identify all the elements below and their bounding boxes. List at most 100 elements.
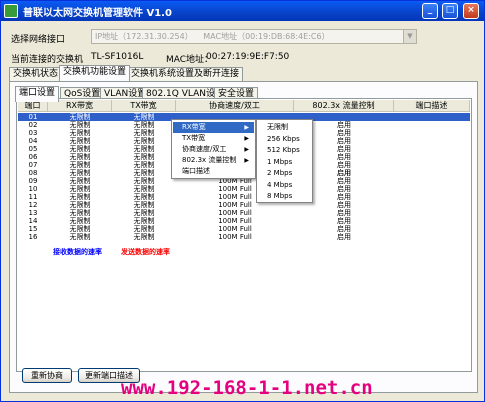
chevron-right-icon: ▶: [244, 146, 249, 153]
connected-model: TL-SF1016L: [91, 52, 144, 62]
header-speed[interactable]: 协商速度/双工: [176, 100, 294, 112]
cell-fc: 启用: [337, 209, 351, 217]
chevron-right-icon: ▶: [244, 135, 249, 142]
cell-rx: 无限制: [69, 217, 91, 225]
cell-port: 03: [28, 129, 38, 137]
header-tx[interactable]: TX带宽: [112, 100, 176, 112]
cell-port: 14: [28, 217, 38, 225]
renegotiate-button[interactable]: 重新协商: [22, 368, 72, 383]
table-row[interactable]: 13 无限制 无限制 100M Full 启用: [18, 209, 470, 217]
cell-tx: 无限制: [133, 225, 155, 233]
minimize-button[interactable]: _: [422, 3, 438, 19]
cell-tx: 无限制: [133, 129, 155, 137]
tab-switch-functions[interactable]: 交换机功能设置: [59, 65, 131, 81]
cell-rx: 无限制: [69, 137, 91, 145]
cell-port: 04: [28, 137, 38, 145]
cell-rx: 无限制: [69, 129, 91, 137]
cell-tx: 无限制: [133, 169, 155, 177]
menu-item-label: RX带宽: [182, 123, 206, 131]
cell-tx: 无限制: [133, 185, 155, 193]
chevron-down-icon[interactable]: ▼: [403, 30, 416, 43]
context-menu-item[interactable]: TX带宽 ▶: [173, 133, 254, 144]
submenu-item[interactable]: 512 Kbps: [258, 145, 311, 156]
cell-port: 08: [28, 169, 38, 177]
connected-mac-value: 00:27:19:9E:F7:50: [206, 52, 290, 62]
table-row[interactable]: 10 无限制 无限制 100M Full 启用: [18, 185, 470, 193]
table-row[interactable]: 14 无限制 无限制 100M Full 启用: [18, 217, 470, 225]
window-title: 普联以太网交换机管理软件 V1.0: [23, 8, 172, 19]
cell-tx: 无限制: [133, 153, 155, 161]
submenu-item[interactable]: 4 Mbps: [258, 180, 311, 191]
cell-rx: 无限制: [69, 113, 91, 121]
nic-select[interactable]: IP地址（172.31.30.254） MAC地址（00:19:DB:68:4E…: [91, 29, 417, 44]
context-menu-item[interactable]: 802.3x 流量控制 ▶: [173, 155, 254, 166]
table-header: 端口 RX带宽 TX带宽 协商速度/双工 802.3x 流量控制 端口描述: [18, 100, 470, 112]
nic-label: 选择网络接口: [11, 35, 66, 45]
cell-tx: 无限制: [133, 113, 155, 121]
close-button[interactable]: ×: [463, 3, 479, 19]
cell-port: 06: [28, 153, 38, 161]
maximize-button[interactable]: □: [442, 3, 458, 19]
menu-item-label: 802.3x 流量控制: [182, 156, 237, 164]
context-menu-item[interactable]: 协商速度/双工 ▶: [173, 144, 254, 155]
title-bar[interactable]: 普联以太网交换机管理软件 V1.0 _ □ ×: [1, 1, 484, 21]
cell-port: 13: [28, 209, 38, 217]
cell-tx: 无限制: [133, 217, 155, 225]
cell-speed: 100M Full: [218, 217, 252, 225]
submenu-item[interactable]: 2 Mbps: [258, 168, 311, 179]
cell-tx: 无限制: [133, 137, 155, 145]
menu-item-label: 端口描述: [182, 167, 210, 175]
submenu-item[interactable]: 1 Mbps: [258, 157, 311, 168]
submenu-item[interactable]: 8 Mbps: [258, 191, 311, 202]
nic-ip: IP地址（172.31.30.254）: [95, 32, 193, 41]
table-row[interactable]: 16 无限制 无限制 100M Full 启用: [18, 233, 470, 241]
cell-tx: 无限制: [133, 209, 155, 217]
menu-item-label: 协商速度/双工: [182, 145, 227, 153]
chevron-right-icon: ▶: [244, 157, 249, 164]
submenu-item[interactable]: 无限制: [258, 122, 311, 133]
table-row[interactable]: 12 无限制 无限制 100M Full 启用: [18, 201, 470, 209]
cell-tx: 无限制: [133, 121, 155, 129]
cell-port: 12: [28, 201, 38, 209]
cell-tx: 无限制: [133, 233, 155, 241]
submenu-item[interactable]: 256 Kbps: [258, 134, 311, 145]
cell-tx: 无限制: [133, 193, 155, 201]
cell-rx: 无限制: [69, 169, 91, 177]
cell-tx: 无限制: [133, 177, 155, 185]
table-row[interactable]: 11 无限制 无限制 100M Full 启用: [18, 193, 470, 201]
cell-rx: 无限制: [69, 177, 91, 185]
menu-item-label: TX带宽: [182, 134, 206, 142]
rx-note: 接收数据的速率: [53, 248, 102, 256]
table-row[interactable]: 15 无限制 无限制 100M Full 启用: [18, 225, 470, 233]
cell-fc: 启用: [337, 233, 351, 241]
chevron-right-icon: ▶: [244, 124, 249, 131]
tab-system-settings[interactable]: 交换机系统设置及断开连接: [127, 67, 244, 81]
cell-tx: 无限制: [133, 145, 155, 153]
cell-fc: 启用: [337, 225, 351, 233]
tab-port-settings[interactable]: 端口设置: [15, 86, 60, 102]
context-menu-item[interactable]: RX带宽 ▶: [173, 122, 254, 133]
context-menu-item[interactable]: 端口描述: [173, 166, 254, 177]
cell-tx: 无限制: [133, 161, 155, 169]
cell-fc: 启用: [337, 217, 351, 225]
connected-label: 当前连接的交换机: [11, 55, 84, 65]
cell-port: 01: [28, 113, 38, 121]
tab-switch-status[interactable]: 交换机状态: [9, 67, 63, 81]
cell-port: 05: [28, 145, 38, 153]
app-window: 普联以太网交换机管理软件 V1.0 _ □ × 选择网络接口 IP地址（172.…: [0, 0, 485, 402]
cell-rx: 无限制: [69, 185, 91, 193]
cell-port: 09: [28, 177, 38, 185]
header-description[interactable]: 端口描述: [394, 100, 470, 112]
cell-rx: 无限制: [69, 161, 91, 169]
context-menu: RX带宽 ▶ TX带宽 ▶ 协商速度/双工 ▶ 802.3x 流量控制 ▶ 端口描述: [171, 119, 256, 179]
cell-rx: 无限制: [69, 193, 91, 201]
cell-port: 07: [28, 161, 38, 169]
cell-rx: 无限制: [69, 209, 91, 217]
header-flow-control[interactable]: 802.3x 流量控制: [294, 100, 394, 112]
cell-rx: 无限制: [69, 145, 91, 153]
cell-rx: 无限制: [69, 225, 91, 233]
cell-rx: 无限制: [69, 233, 91, 241]
cell-speed: 100M Full: [218, 225, 252, 233]
tx-note: 发送数据的速率: [121, 248, 170, 256]
cell-rx: 无限制: [69, 201, 91, 209]
